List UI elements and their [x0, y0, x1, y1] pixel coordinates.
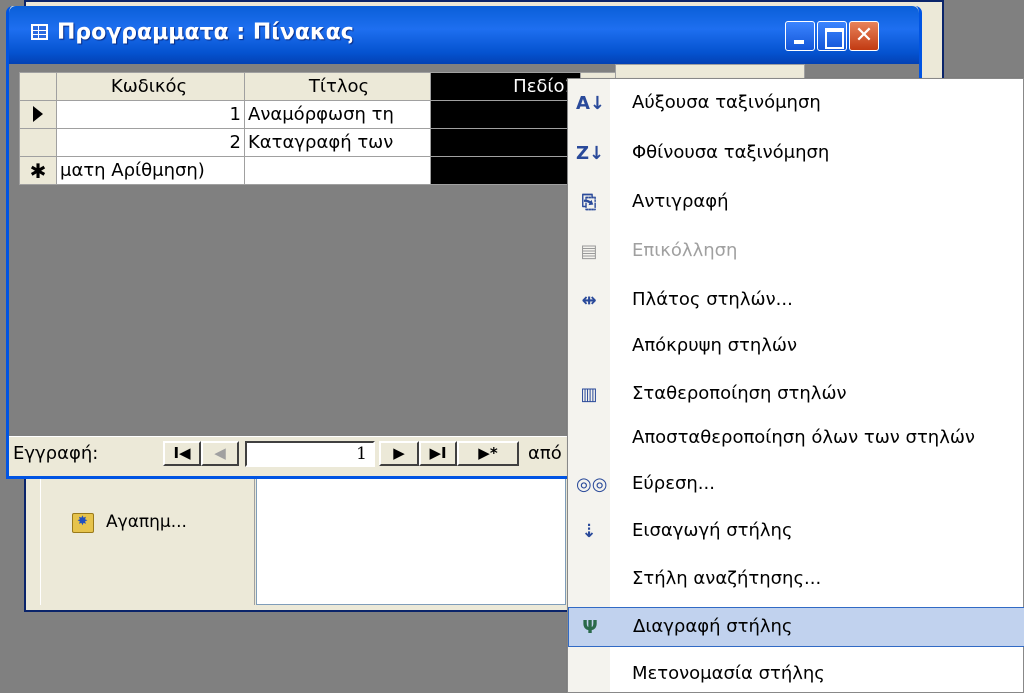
menu-item-label: Στήλη αναζήτησης...: [632, 568, 822, 589]
column-header-title[interactable]: Τίτλος: [244, 72, 431, 101]
record-count-label: από: [528, 443, 562, 464]
paste-icon: ▤: [580, 241, 598, 262]
minimize-button[interactable]: [785, 21, 815, 51]
menu-item[interactable]: ⎘ Αντιγραφή: [568, 183, 1024, 223]
menu-item[interactable]: ⇹ Πλάτος στηλών...: [568, 281, 1024, 321]
title-bar[interactable]: Προγραμματα : Πίνακας ✕: [9, 6, 919, 64]
row-selector-new[interactable]: ✱: [19, 156, 57, 185]
menu-item-label: Επικόλληση: [632, 240, 738, 261]
new-record-icon: ✱: [29, 158, 47, 183]
column-header-next-edge: [615, 64, 805, 78]
binoculars-icon: ◎◎: [576, 474, 608, 495]
cell-code[interactable]: ματη Αρίθμηση): [56, 156, 245, 185]
menu-item[interactable]: ▥ Σταθεροποίηση στηλών: [568, 375, 1024, 415]
sort-ascending-icon: A↓: [576, 93, 606, 114]
menu-item-label: Σταθεροποίηση στηλών: [632, 383, 847, 404]
column-width-icon: ⇹: [581, 290, 597, 311]
menu-item[interactable]: Z↓ Φθίνουσα ταξινόμηση: [568, 134, 1024, 174]
menu-item[interactable]: Απόκρυψη στηλών: [568, 327, 1024, 367]
menu-item-label: Φθίνουσα ταξινόμηση: [632, 142, 830, 163]
menu-item[interactable]: ◎◎ Εύρεση...: [568, 465, 1024, 505]
table-icon: [31, 24, 48, 40]
menu-item-label: Απόκρυψη στηλών: [632, 335, 798, 356]
next-record-button[interactable]: ▶: [379, 441, 419, 466]
sort-descending-icon: Z↓: [576, 143, 605, 164]
column-context-menu: A↓ Αύξουσα ταξινόμηση Z↓ Φθίνουσα ταξινόμησ…: [567, 78, 1024, 693]
menu-item-label: Διαγραφή στήλης: [633, 616, 793, 637]
menu-item-label: Αύξουσα ταξινόμηση: [632, 92, 821, 113]
column-header-code[interactable]: Κωδικός: [56, 72, 245, 101]
freeze-columns-icon: ▥: [580, 384, 598, 405]
insert-column-icon: ⇣: [581, 521, 597, 542]
new-record-button[interactable]: ▶*: [457, 441, 519, 466]
menu-item-label: Αντιγραφή: [632, 191, 729, 212]
close-icon: ✕: [854, 23, 874, 48]
current-record-icon: [33, 106, 43, 122]
record-label: Εγγραφή:: [13, 443, 99, 464]
menu-item[interactable]: A↓ Αύξουσα ταξινόμηση: [568, 84, 1024, 124]
previous-record-button[interactable]: ◀: [201, 441, 239, 466]
first-record-button[interactable]: I◀: [163, 441, 201, 466]
favorites-folder-icon[interactable]: [72, 513, 94, 533]
record-number-input[interactable]: 1: [245, 441, 375, 467]
menu-item[interactable]: Ψ Διαγραφή στήλης: [568, 607, 1024, 647]
menu-item-label: Αποσταθεροποίηση όλων των στηλών: [632, 427, 975, 448]
row-selector[interactable]: [19, 128, 57, 157]
menu-item: ▤ Επικόλληση: [568, 232, 1024, 272]
window-title: Προγραμματα : Πίνακας: [57, 20, 354, 45]
cell-code[interactable]: 2: [56, 128, 245, 157]
select-all-corner[interactable]: [19, 72, 57, 101]
cell-field1[interactable]: [430, 156, 581, 185]
favorites-item-label[interactable]: Αγαπημ...: [106, 512, 187, 532]
menu-item-label: Εισαγωγή στήλης: [632, 520, 793, 541]
delete-column-icon: Ψ: [582, 617, 598, 638]
menu-item[interactable]: Στήλη αναζήτησης...: [568, 560, 1024, 600]
column-header-field1[interactable]: Πεδίο1: [430, 72, 581, 101]
menu-item[interactable]: ⇣ Εισαγωγή στήλης: [568, 512, 1024, 552]
maximize-button[interactable]: [817, 21, 847, 51]
close-button[interactable]: ✕: [849, 21, 879, 51]
cell-code[interactable]: 1: [56, 100, 245, 129]
last-record-button[interactable]: ▶I: [419, 441, 457, 466]
objects-list[interactable]: [256, 470, 566, 605]
copy-icon: ⎘: [581, 192, 597, 213]
cell-field1[interactable]: [430, 100, 581, 129]
cell-field1[interactable]: [430, 128, 581, 157]
menu-item-label: Πλάτος στηλών...: [632, 289, 793, 310]
cell-title[interactable]: Αναμόρφωση τη: [244, 100, 431, 129]
row-selector-current[interactable]: [19, 100, 57, 129]
menu-item[interactable]: Μετονομασία στήλης: [568, 655, 1024, 693]
menu-item-label: Εύρεση...: [632, 473, 715, 494]
menu-item-label: Μετονομασία στήλης: [632, 663, 825, 684]
menu-item[interactable]: Αποσταθεροποίηση όλων των στηλών: [568, 419, 1024, 459]
objects-pane: [40, 470, 255, 605]
cell-title[interactable]: Καταγραφή των: [244, 128, 431, 157]
cell-title[interactable]: [244, 156, 431, 185]
